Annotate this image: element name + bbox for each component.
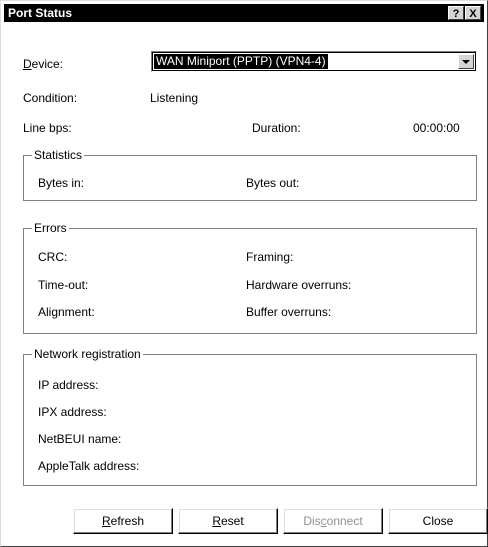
network-registration-group: Network registration IP address: IPX add… [23, 347, 477, 486]
duration-label: Duration: [252, 121, 301, 135]
port-status-dialog: Port Status ? X Device: WAN Miniport (PP… [0, 0, 488, 547]
line-bps-label: Line bps: [23, 121, 72, 135]
ip-address-label: IP address: [38, 378, 99, 392]
disconnect-button[interactable]: Disconnect [283, 508, 383, 534]
statistics-group: Statistics Bytes in: Bytes out: [23, 148, 477, 201]
device-label: Device: [23, 57, 64, 71]
condition-label: Condition: [23, 91, 78, 105]
alignment-label: Alignment: [38, 305, 95, 319]
help-button[interactable]: ? [448, 6, 464, 20]
bytes-in-label: Bytes in: [38, 176, 85, 190]
timeout-label: Time-out: [38, 278, 89, 292]
buffer-overruns-label: Buffer overruns: [246, 305, 332, 319]
network-registration-title: Network registration [32, 347, 143, 361]
ipx-address-label: IPX address: [38, 405, 107, 419]
hardware-overruns-label: Hardware overruns: [246, 278, 352, 292]
bytes-out-label: Bytes out: [246, 176, 300, 190]
errors-title: Errors [32, 221, 69, 235]
netbeui-name-label: NetBEUI name: [38, 432, 122, 446]
refresh-button[interactable]: Refresh [73, 508, 173, 534]
close-icon[interactable]: X [465, 6, 481, 20]
close-button[interactable]: Close [388, 508, 488, 534]
statistics-title: Statistics [32, 148, 85, 162]
condition-value: Listening [150, 91, 199, 105]
appletalk-address-label: AppleTalk address: [38, 459, 140, 473]
dialog-title: Port Status [8, 6, 73, 20]
crc-label: CRC: [38, 250, 68, 264]
duration-value: 00:00:00 [413, 121, 460, 135]
title-bar[interactable]: Port Status ? X [4, 4, 484, 22]
errors-group: Errors CRC: Framing: Time-out: Hardware … [23, 221, 477, 334]
reset-button[interactable]: Reset [178, 508, 278, 534]
framing-label: Framing: [246, 250, 294, 264]
device-selected-value: WAN Miniport (PPTP) (VPN4-4) [154, 54, 328, 69]
chevron-down-icon[interactable] [458, 54, 474, 69]
device-select[interactable]: WAN Miniport (PPTP) (VPN4-4) [151, 51, 477, 72]
